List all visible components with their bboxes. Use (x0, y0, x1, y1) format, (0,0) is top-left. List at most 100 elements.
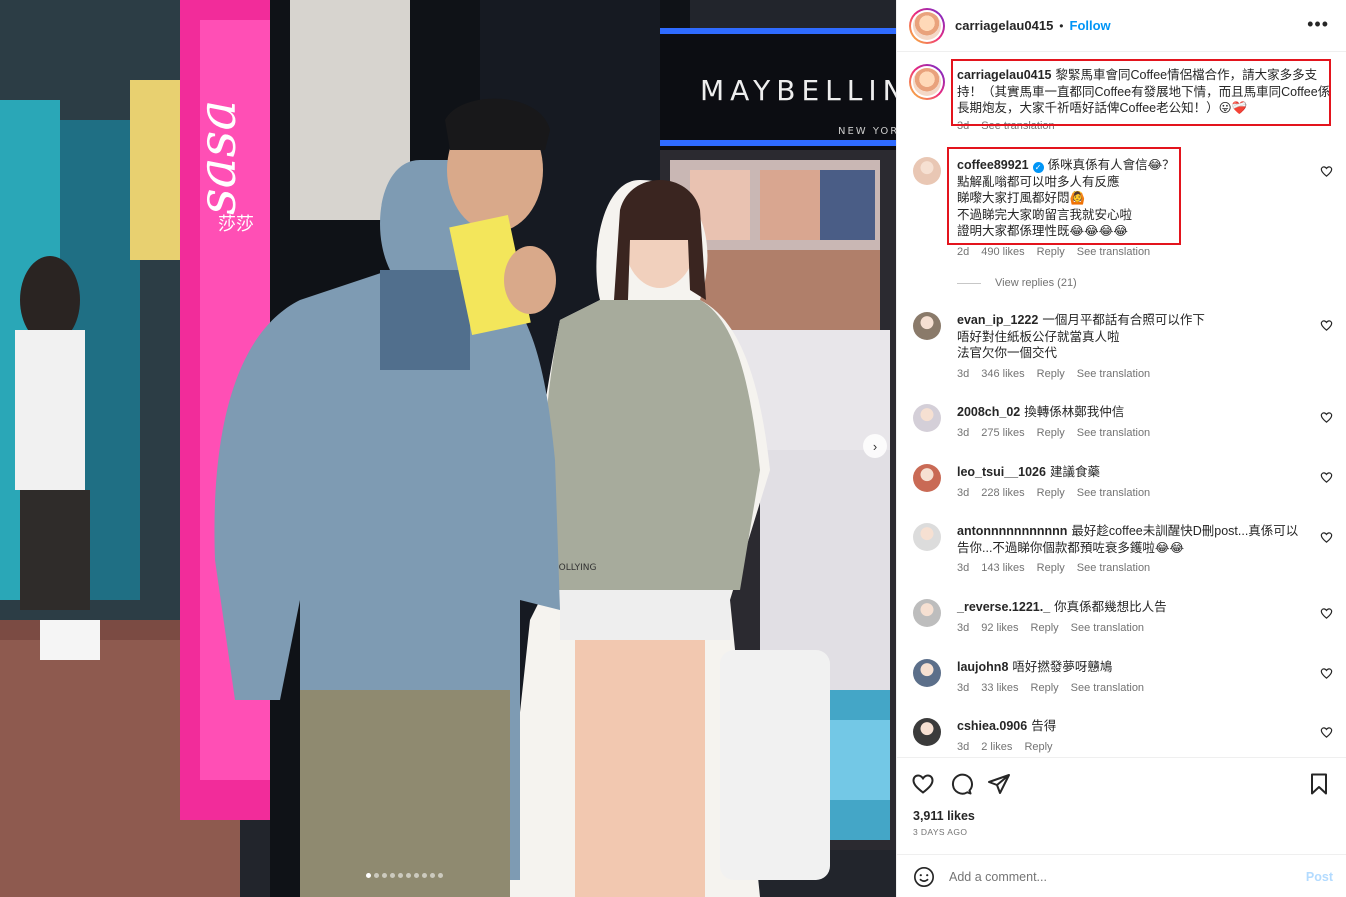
post-photo[interactable]: sasa 莎莎 MAYBELLINE NEW YORK (0, 0, 896, 897)
comment-like-heart-icon[interactable] (1320, 319, 1333, 332)
comment-like-heart-icon[interactable] (1320, 726, 1333, 739)
post-caption: carriagelau0415 黎緊馬車會同Coffee情侶檔合作，請大家多多支持… (897, 62, 1346, 137)
commenter-username[interactable]: _reverse.1221._ (957, 600, 1050, 614)
comment-age[interactable]: 3d (957, 425, 969, 442)
see-translation-link[interactable]: See translation (1077, 560, 1150, 577)
comment-text: 換轉係林鄭我仲信 (1024, 405, 1125, 419)
comment-age[interactable]: 3d (957, 739, 969, 756)
commenter-username[interactable]: laujohn8 (957, 660, 1008, 674)
carousel-indicator (0, 873, 896, 878)
commenter-avatar[interactable] (913, 718, 941, 746)
brand-sub: NEW YORK (838, 126, 896, 137)
reply-button[interactable]: Reply (1037, 485, 1065, 502)
comment-like-heart-icon[interactable] (1320, 531, 1333, 544)
comment-like-count[interactable]: 2 likes (981, 739, 1012, 756)
carousel-dot (437, 873, 443, 878)
commenter-avatar[interactable] (913, 523, 941, 551)
comment-bubble-icon[interactable] (949, 772, 973, 796)
verified-badge-icon: ✓ (1032, 162, 1044, 173)
carousel-dot (429, 873, 435, 878)
commenter-username[interactable]: leo_tsui__1026 (957, 465, 1046, 479)
replies-line (957, 282, 981, 284)
caption-age[interactable]: 3d (957, 118, 969, 135)
separator-dot: • (1059, 18, 1064, 33)
reply-button[interactable]: Reply (1037, 560, 1065, 577)
commenter-avatar[interactable] (913, 599, 941, 627)
like-count[interactable]: 3,911 likes (913, 809, 975, 823)
comment-text: 唔好撚發夢呀戇鳩 (1012, 660, 1113, 674)
post-header: carriagelau0415 • Follow ••• (897, 0, 1346, 52)
see-translation-link[interactable]: See translation (1077, 425, 1150, 442)
comment-text: 告得 (1031, 719, 1057, 733)
commenter-avatar[interactable] (913, 404, 941, 432)
bookmark-icon[interactable] (1307, 772, 1331, 796)
store-sign-cn: 莎莎 (218, 214, 254, 235)
comment-like-heart-icon[interactable] (1320, 667, 1333, 680)
carousel-dot (365, 873, 371, 878)
view-replies-link[interactable]: View replies (21) (957, 277, 1077, 289)
see-translation-link[interactable]: See translation (1077, 244, 1150, 261)
carousel-dot (413, 873, 419, 878)
comment-age[interactable]: 3d (957, 680, 969, 697)
comment-age[interactable]: 2d (957, 244, 969, 261)
add-comment-bar: Post (897, 854, 1346, 897)
comment-like-count[interactable]: 33 likes (981, 680, 1018, 697)
comment-like-heart-icon[interactable] (1320, 471, 1333, 484)
comment-age[interactable]: 3d (957, 560, 969, 577)
comment-text: 你真係都幾想比人告 (1054, 600, 1167, 614)
photo-illustration: sasa 莎莎 MAYBELLINE NEW YORK (0, 0, 896, 897)
carousel-dot (397, 873, 403, 878)
comment-age[interactable]: 3d (957, 366, 969, 383)
commenter-avatar[interactable] (913, 464, 941, 492)
reply-button[interactable]: Reply (1037, 244, 1065, 261)
add-comment-input[interactable] (949, 869, 1289, 884)
commenter-avatar[interactable] (913, 312, 941, 340)
see-translation-link[interactable]: See translation (1077, 485, 1150, 502)
see-translation-link[interactable]: See translation (1077, 366, 1150, 383)
commenter-username[interactable]: antonnnnnnnnnnn (957, 524, 1067, 538)
commenter-username[interactable]: cshiea.0906 (957, 719, 1027, 733)
reply-button[interactable]: Reply (1031, 680, 1059, 697)
comment-like-count[interactable]: 275 likes (981, 425, 1024, 442)
carousel-dot (373, 873, 379, 878)
share-send-icon[interactable] (987, 772, 1011, 796)
more-options-icon[interactable]: ••• (1307, 14, 1329, 35)
reply-button[interactable]: Reply (1037, 425, 1065, 442)
author-avatar[interactable] (909, 7, 945, 44)
commenter-username[interactable]: evan_ip_1222 (957, 313, 1038, 327)
see-translation-link[interactable]: See translation (1071, 680, 1144, 697)
comment-like-count[interactable]: 92 likes (981, 620, 1018, 637)
commenter-username[interactable]: coffee89921 (957, 158, 1029, 172)
post-time[interactable]: 3 DAYS AGO (913, 827, 967, 837)
comment-like-heart-icon[interactable] (1320, 411, 1333, 424)
emoji-icon[interactable] (913, 866, 935, 888)
comment-like-heart-icon[interactable] (1320, 165, 1333, 178)
post-comment-button[interactable]: Post (1306, 870, 1333, 884)
reply-button[interactable]: Reply (1024, 739, 1052, 756)
comment-like-heart-icon[interactable] (1320, 607, 1333, 620)
comment-like-count[interactable]: 346 likes (981, 366, 1024, 383)
author-username[interactable]: carriagelau0415 (955, 18, 1053, 33)
commenter-avatar[interactable] (913, 659, 941, 687)
caption-username[interactable]: carriagelau0415 (957, 68, 1052, 82)
chevron-right-icon: › (872, 438, 878, 454)
caption-author-avatar[interactable] (909, 64, 945, 100)
next-photo-button[interactable]: › (863, 434, 887, 458)
comment-age[interactable]: 3d (957, 485, 969, 502)
caption-translation-link[interactable]: See translation (981, 118, 1054, 135)
comment-like-count[interactable]: 228 likes (981, 485, 1024, 502)
like-heart-icon[interactable] (911, 772, 935, 796)
commenter-avatar[interactable] (913, 157, 941, 185)
commenter-username[interactable]: 2008ch_02 (957, 405, 1020, 419)
carousel-dot (381, 873, 387, 878)
carousel-dot (389, 873, 395, 878)
see-translation-link[interactable]: See translation (1071, 620, 1144, 637)
carousel-dot (405, 873, 411, 878)
follow-button[interactable]: Follow (1070, 18, 1111, 33)
comment-like-count[interactable]: 143 likes (981, 560, 1024, 577)
comment-like-count[interactable]: 490 likes (981, 244, 1024, 261)
carousel-dot (421, 873, 427, 878)
reply-button[interactable]: Reply (1037, 366, 1065, 383)
comment-age[interactable]: 3d (957, 620, 969, 637)
reply-button[interactable]: Reply (1031, 620, 1059, 637)
